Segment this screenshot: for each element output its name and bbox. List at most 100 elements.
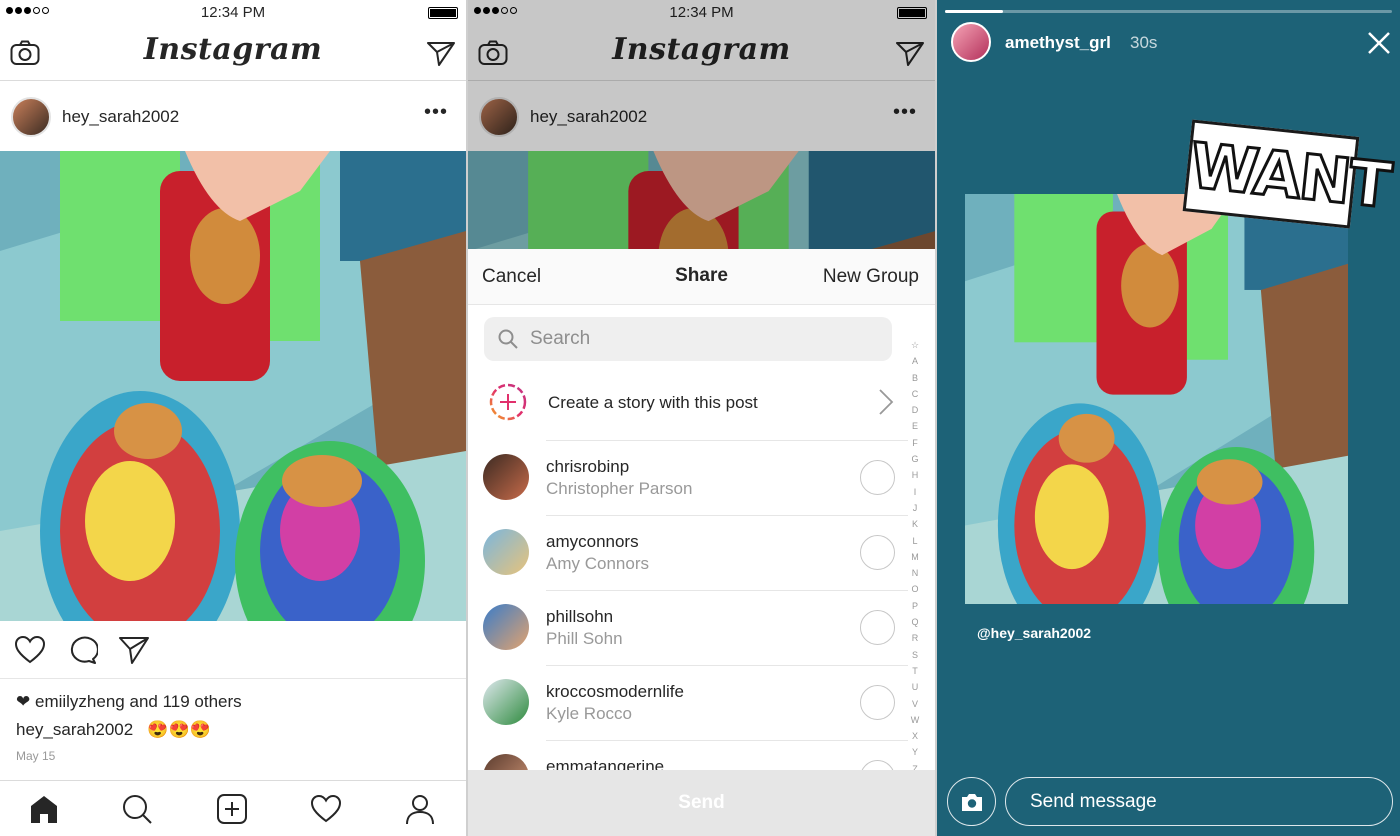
sticker-text: WANT — [1185, 127, 1394, 223]
avatar — [483, 679, 529, 725]
alphabet-index[interactable]: ☆ A B C D E F G H I J K L M N O P Q R S T U V W X Y Z — [909, 337, 921, 777]
contact-username: chrisrobinp — [546, 457, 630, 476]
select-radio[interactable] — [860, 535, 895, 570]
alphabet-index-letter[interactable]: J — [909, 500, 921, 516]
contact-name: Christopher Parson — [546, 479, 693, 498]
status-bar: 12:34 PM — [0, 0, 466, 26]
avatar[interactable] — [11, 97, 51, 137]
contact-username: amyconnors — [546, 532, 639, 551]
alphabet-index-letter[interactable]: O — [909, 581, 921, 597]
post-username[interactable]: hey_sarah2002 — [62, 107, 179, 127]
camera-icon — [962, 794, 982, 811]
liked-by-user[interactable]: emiilyzheng — [35, 692, 125, 711]
alphabet-index-letter[interactable]: H — [909, 467, 921, 483]
separator — [546, 665, 908, 666]
alphabet-index-letter[interactable]: F — [909, 435, 921, 451]
search-icon — [498, 329, 518, 349]
add-story-ring-icon — [489, 383, 527, 421]
profile-icon[interactable] — [404, 793, 436, 825]
story-post-photo[interactable] — [965, 194, 1348, 604]
instagram-logo: Instagram — [143, 32, 323, 67]
post-photo[interactable] — [0, 151, 466, 621]
avatar — [483, 454, 529, 500]
separator — [546, 590, 908, 591]
heart-icon[interactable] — [14, 635, 46, 665]
contact-name: Phill Sohn — [546, 629, 623, 648]
tab-bar — [0, 780, 466, 836]
search-box — [484, 317, 892, 361]
alphabet-index-letter[interactable]: ☆ — [909, 337, 921, 353]
small-heart-icon: ❤ — [16, 692, 31, 711]
likes-line: ❤ emiilyzheng and 119 others — [16, 692, 242, 712]
alphabet-index-letter[interactable]: M — [909, 549, 921, 565]
alphabet-index-letter[interactable]: X — [909, 728, 921, 744]
alphabet-index-letter[interactable]: E — [909, 418, 921, 434]
search-icon[interactable] — [121, 793, 153, 825]
home-icon[interactable] — [28, 793, 60, 825]
likes-suffix[interactable]: and 119 others — [129, 692, 241, 711]
separator — [546, 515, 908, 516]
chevron-right-icon — [879, 389, 894, 415]
story-progress-fill — [945, 10, 1004, 13]
more-dots-icon[interactable]: ••• — [424, 102, 448, 122]
alphabet-index-letter[interactable]: P — [909, 598, 921, 614]
alphabet-index-letter[interactable]: T — [909, 663, 921, 679]
alphabet-index-letter[interactable]: K — [909, 516, 921, 532]
contact-row[interactable]: phillsohn Phill Sohn — [468, 590, 908, 665]
create-story-row[interactable]: Create a story with this post — [468, 374, 908, 440]
alphabet-index-letter[interactable]: U — [909, 679, 921, 695]
battery-icon — [428, 7, 458, 19]
post-date: May 15 — [16, 749, 56, 763]
alphabet-index-letter[interactable]: I — [909, 484, 921, 500]
contact-row[interactable]: amyconnors Amy Connors — [468, 515, 908, 590]
camera-button[interactable] — [947, 777, 996, 826]
search-input[interactable] — [530, 326, 870, 352]
contact-name: Kyle Rocco — [546, 704, 632, 723]
alphabet-index-letter[interactable]: N — [909, 565, 921, 581]
status-time: 12:34 PM — [200, 4, 266, 21]
separator — [546, 440, 908, 441]
alphabet-index-letter[interactable]: Q — [909, 614, 921, 630]
mention-tag[interactable]: @hey_sarah2002 — [977, 625, 1091, 641]
feed-screen: 12:34 PM Instagram hey_sarah2002 ••• ❤ e… — [0, 0, 466, 836]
alphabet-index-letter[interactable]: A — [909, 353, 921, 369]
alphabet-index-letter[interactable]: R — [909, 630, 921, 646]
message-input[interactable] — [1030, 789, 1370, 815]
contact-username: kroccosmodernlife — [546, 682, 684, 701]
alphabet-index-letter[interactable]: S — [909, 647, 921, 663]
avatar — [483, 604, 529, 650]
caption: hey_sarah2002 😍😍😍 — [16, 720, 211, 740]
post-header: hey_sarah2002 ••• — [0, 81, 466, 151]
caption-user[interactable]: hey_sarah2002 — [16, 720, 133, 739]
story-screen: amethyst_grl 30s WANT @hey_sarah2002 — [937, 0, 1400, 836]
alphabet-index-letter[interactable]: B — [909, 370, 921, 386]
alphabet-index-letter[interactable]: D — [909, 402, 921, 418]
contact-username: phillsohn — [546, 607, 614, 626]
contact-row[interactable]: kroccosmodernlife Kyle Rocco — [468, 665, 908, 740]
share-sheet-header: Cancel Share New Group — [468, 249, 935, 305]
story-username[interactable]: amethyst_grl — [1005, 33, 1111, 53]
dim-overlay[interactable] — [468, 0, 935, 249]
comment-icon[interactable] — [66, 635, 98, 665]
alphabet-index-letter[interactable]: W — [909, 712, 921, 728]
alphabet-index-letter[interactable]: Y — [909, 744, 921, 760]
new-group-button[interactable]: New Group — [823, 266, 919, 288]
want-sticker[interactable]: WANT — [1182, 119, 1394, 229]
select-radio[interactable] — [860, 460, 895, 495]
contact-row[interactable]: chrisrobinp Christopher Parson — [468, 440, 908, 515]
select-radio[interactable] — [860, 610, 895, 645]
direct-message-icon[interactable] — [426, 40, 456, 66]
alphabet-index-letter[interactable]: L — [909, 533, 921, 549]
avatar[interactable] — [951, 22, 991, 62]
select-radio[interactable] — [860, 685, 895, 720]
add-post-icon[interactable] — [216, 793, 248, 825]
alphabet-index-letter[interactable]: C — [909, 386, 921, 402]
activity-heart-icon[interactable] — [310, 793, 342, 825]
share-icon[interactable] — [118, 635, 150, 665]
close-icon[interactable] — [1366, 30, 1392, 56]
create-story-label: Create a story with this post — [548, 393, 758, 412]
send-button[interactable]: Send — [468, 770, 935, 836]
avatar — [483, 529, 529, 575]
alphabet-index-letter[interactable]: V — [909, 696, 921, 712]
alphabet-index-letter[interactable]: G — [909, 451, 921, 467]
